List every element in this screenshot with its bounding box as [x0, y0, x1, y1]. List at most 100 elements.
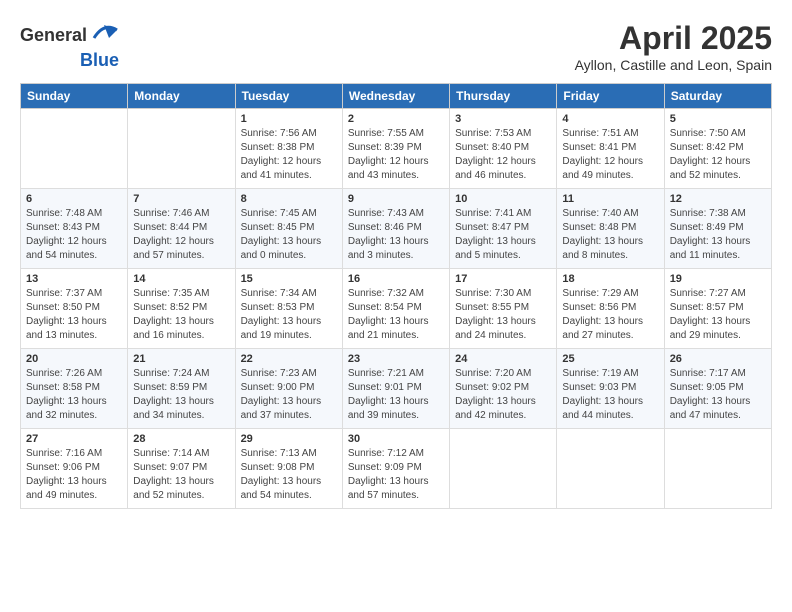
calendar-week-row: 13 Sunrise: 7:37 AM Sunset: 8:50 PM Dayli…	[21, 269, 772, 349]
day-number: 30	[348, 433, 444, 445]
calendar-cell: 9Sunrise: 7:43 AM Sunset: 8:46 PM Daylig…	[342, 189, 449, 269]
day-info: Sunrise: 7:19 AM Sunset: 9:03 PM Dayligh…	[562, 367, 658, 423]
calendar-cell: 3 Sunrise: 7:53 AM Sunset: 8:40 PM Daylig…	[450, 109, 557, 189]
day-info: Sunrise: 7:34 AM Sunset: 8:53 PM Dayligh…	[241, 287, 337, 343]
day-info: Sunrise: 7:50 AM Sunset: 8:42 PM Dayligh…	[670, 127, 766, 183]
logo-blue-text: Blue	[80, 50, 119, 71]
calendar-week-row: 20 Sunrise: 7:26 AM Sunset: 8:58 PM Dayli…	[21, 349, 772, 429]
calendar-cell: 10 Sunrise: 7:41 AM Sunset: 8:47 PM Dayli…	[450, 189, 557, 269]
calendar-day-header: Sunday	[21, 84, 128, 109]
day-number: 1	[241, 113, 337, 125]
calendar-cell: 5 Sunrise: 7:50 AM Sunset: 8:42 PM Daylig…	[664, 109, 771, 189]
calendar-cell: 21 Sunrise: 7:24 AM Sunset: 8:59 PM Dayli…	[128, 349, 235, 429]
day-info: Sunrise: 7:23 AM Sunset: 9:00 PM Dayligh…	[241, 367, 337, 423]
logo-icon	[89, 20, 119, 50]
day-number: 29	[241, 433, 337, 445]
day-number: 10	[455, 193, 551, 205]
calendar-cell: 1 Sunrise: 7:56 AM Sunset: 8:38 PM Daylig…	[235, 109, 342, 189]
day-number: 19	[670, 273, 766, 285]
calendar-cell: 2 Sunrise: 7:55 AM Sunset: 8:39 PM Daylig…	[342, 109, 449, 189]
day-info: Sunrise: 7:55 AM Sunset: 8:39 PM Dayligh…	[348, 127, 444, 183]
day-info: Sunrise: 7:24 AM Sunset: 8:59 PM Dayligh…	[133, 367, 229, 423]
day-number: 21	[133, 353, 229, 365]
day-number: 24	[455, 353, 551, 365]
calendar-week-row: 1 Sunrise: 7:56 AM Sunset: 8:38 PM Daylig…	[21, 109, 772, 189]
calendar-cell: 4Sunrise: 7:51 AM Sunset: 8:41 PM Daylig…	[557, 109, 664, 189]
day-number: 20	[26, 353, 122, 365]
day-number: 26	[670, 353, 766, 365]
day-info: Sunrise: 7:14 AM Sunset: 9:07 PM Dayligh…	[133, 447, 229, 503]
calendar-cell: 8 Sunrise: 7:45 AM Sunset: 8:45 PM Daylig…	[235, 189, 342, 269]
month-title: April 2025	[575, 20, 772, 57]
calendar-week-row: 6 Sunrise: 7:48 AM Sunset: 8:43 PM Daylig…	[21, 189, 772, 269]
logo: General Blue	[20, 20, 119, 71]
day-info: Sunrise: 7:13 AM Sunset: 9:08 PM Dayligh…	[241, 447, 337, 503]
day-number: 2	[348, 113, 444, 125]
day-number: 16	[348, 273, 444, 285]
calendar-cell	[21, 109, 128, 189]
calendar-week-row: 27Sunrise: 7:16 AM Sunset: 9:06 PM Dayli…	[21, 429, 772, 509]
calendar-header-row: SundayMondayTuesdayWednesdayThursdayFrid…	[21, 84, 772, 109]
calendar-cell: 6 Sunrise: 7:48 AM Sunset: 8:43 PM Daylig…	[21, 189, 128, 269]
calendar-cell: 23 Sunrise: 7:21 AM Sunset: 9:01 PM Dayli…	[342, 349, 449, 429]
calendar-cell	[128, 109, 235, 189]
calendar-cell: 18 Sunrise: 7:29 AM Sunset: 8:56 PM Dayli…	[557, 269, 664, 349]
day-number: 18	[562, 273, 658, 285]
calendar-cell: 20 Sunrise: 7:26 AM Sunset: 8:58 PM Dayli…	[21, 349, 128, 429]
calendar-cell: 22 Sunrise: 7:23 AM Sunset: 9:00 PM Dayli…	[235, 349, 342, 429]
calendar-cell: 12Sunrise: 7:38 AM Sunset: 8:49 PM Dayli…	[664, 189, 771, 269]
day-info: Sunrise: 7:56 AM Sunset: 8:38 PM Dayligh…	[241, 127, 337, 183]
day-number: 15	[241, 273, 337, 285]
logo-general-text: General	[20, 25, 87, 46]
day-info: Sunrise: 7:41 AM Sunset: 8:47 PM Dayligh…	[455, 207, 551, 263]
day-info: Sunrise: 7:26 AM Sunset: 8:58 PM Dayligh…	[26, 367, 122, 423]
day-number: 25	[562, 353, 658, 365]
calendar-cell	[450, 429, 557, 509]
day-info: Sunrise: 7:53 AM Sunset: 8:40 PM Dayligh…	[455, 127, 551, 183]
day-number: 23	[348, 353, 444, 365]
calendar-cell: 27Sunrise: 7:16 AM Sunset: 9:06 PM Dayli…	[21, 429, 128, 509]
day-number: 13	[26, 273, 122, 285]
day-number: 6	[26, 193, 122, 205]
day-number: 28	[133, 433, 229, 445]
day-info: Sunrise: 7:29 AM Sunset: 8:56 PM Dayligh…	[562, 287, 658, 343]
title-block: April 2025 Ayllon, Castille and Leon, Sp…	[575, 20, 772, 73]
day-info: Sunrise: 7:17 AM Sunset: 9:05 PM Dayligh…	[670, 367, 766, 423]
day-number: 4	[562, 113, 658, 125]
calendar-day-header: Wednesday	[342, 84, 449, 109]
day-info: Sunrise: 7:45 AM Sunset: 8:45 PM Dayligh…	[241, 207, 337, 263]
calendar-cell: 16 Sunrise: 7:32 AM Sunset: 8:54 PM Dayli…	[342, 269, 449, 349]
calendar-cell: 30 Sunrise: 7:12 AM Sunset: 9:09 PM Dayli…	[342, 429, 449, 509]
day-number: 5	[670, 113, 766, 125]
calendar-cell: 7Sunrise: 7:46 AM Sunset: 8:44 PM Daylig…	[128, 189, 235, 269]
calendar-cell: 15 Sunrise: 7:34 AM Sunset: 8:53 PM Dayli…	[235, 269, 342, 349]
day-number: 11	[562, 193, 658, 205]
calendar-day-header: Tuesday	[235, 84, 342, 109]
day-info: Sunrise: 7:30 AM Sunset: 8:55 PM Dayligh…	[455, 287, 551, 343]
day-info: Sunrise: 7:48 AM Sunset: 8:43 PM Dayligh…	[26, 207, 122, 263]
day-number: 14	[133, 273, 229, 285]
day-number: 8	[241, 193, 337, 205]
day-number: 3	[455, 113, 551, 125]
calendar-cell	[557, 429, 664, 509]
page-header: General Blue April 2025 Ayllon, Castille…	[20, 20, 772, 73]
day-info: Sunrise: 7:35 AM Sunset: 8:52 PM Dayligh…	[133, 287, 229, 343]
day-number: 12	[670, 193, 766, 205]
calendar-day-header: Thursday	[450, 84, 557, 109]
day-number: 17	[455, 273, 551, 285]
calendar-cell: 24Sunrise: 7:20 AM Sunset: 9:02 PM Dayli…	[450, 349, 557, 429]
day-number: 22	[241, 353, 337, 365]
day-info: Sunrise: 7:12 AM Sunset: 9:09 PM Dayligh…	[348, 447, 444, 503]
calendar-cell: 17 Sunrise: 7:30 AM Sunset: 8:55 PM Dayli…	[450, 269, 557, 349]
calendar-table: SundayMondayTuesdayWednesdayThursdayFrid…	[20, 83, 772, 509]
day-info: Sunrise: 7:37 AM Sunset: 8:50 PM Dayligh…	[26, 287, 122, 343]
day-info: Sunrise: 7:40 AM Sunset: 8:48 PM Dayligh…	[562, 207, 658, 263]
calendar-day-header: Monday	[128, 84, 235, 109]
day-info: Sunrise: 7:21 AM Sunset: 9:01 PM Dayligh…	[348, 367, 444, 423]
day-info: Sunrise: 7:27 AM Sunset: 8:57 PM Dayligh…	[670, 287, 766, 343]
day-number: 9	[348, 193, 444, 205]
location-title: Ayllon, Castille and Leon, Spain	[575, 57, 772, 73]
calendar-cell: 14 Sunrise: 7:35 AM Sunset: 8:52 PM Dayli…	[128, 269, 235, 349]
calendar-day-header: Friday	[557, 84, 664, 109]
day-info: Sunrise: 7:32 AM Sunset: 8:54 PM Dayligh…	[348, 287, 444, 343]
